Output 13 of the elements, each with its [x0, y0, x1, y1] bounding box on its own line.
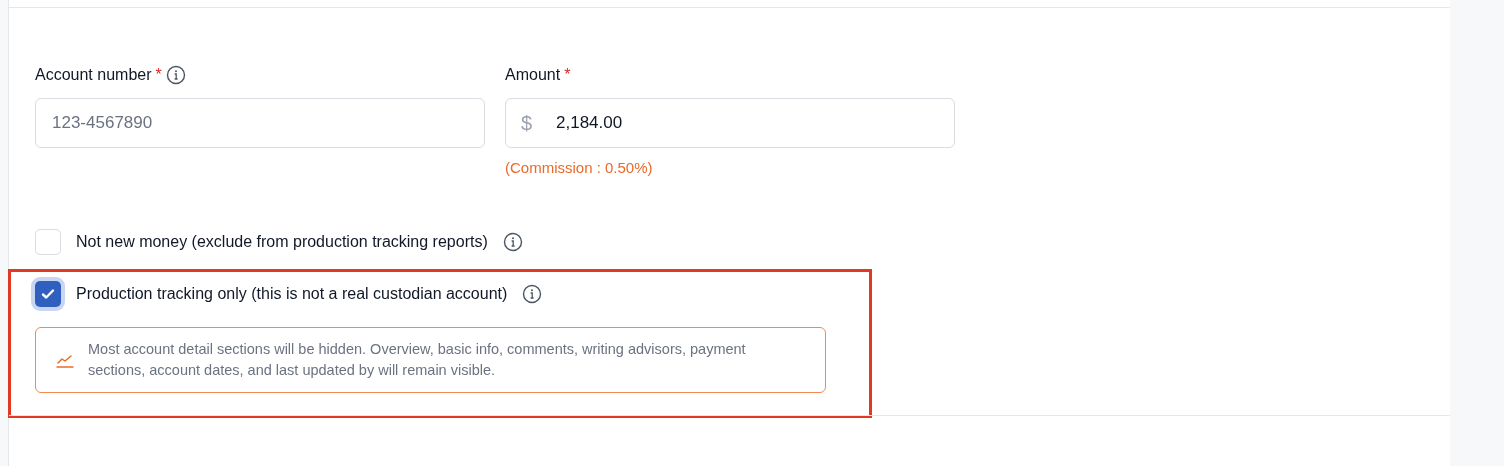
field-label: Amount: [505, 65, 561, 85]
info-icon: [502, 231, 523, 252]
notice-text: Most account detail sections will be hidden. Overview, basic info, comments, writing advisors, payment sections, account dates, and last updated by will remain visible.: [88, 339, 747, 380]
checkbox[interactable]: [35, 228, 61, 255]
checkbox-label: Not new money (exclude from production tracking reports): [76, 231, 488, 252]
required-mark: *: [564, 67, 571, 83]
info-icon: [522, 283, 543, 304]
field-label: Account number: [35, 65, 152, 85]
required-mark: *: [155, 67, 162, 83]
checkbox-label: Production tracking only (this is not a real custodian account): [76, 283, 508, 304]
input-field[interactable]: 123-4567890: [35, 98, 485, 148]
currency-prefix: $: [521, 111, 533, 136]
commission-hint: (Commission : 0.50%): [505, 158, 653, 178]
